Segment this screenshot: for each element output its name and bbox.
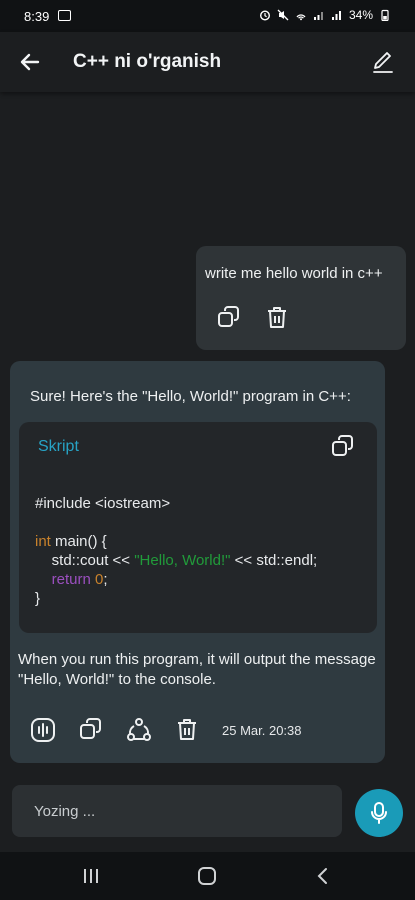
signal-icon xyxy=(313,12,323,20)
hotspot-icon xyxy=(296,14,306,21)
code-language-label: Skript xyxy=(38,438,79,455)
status-bar: 8:39 34% xyxy=(0,0,415,32)
bot-outro-text: When you run this program, it will outpu… xyxy=(18,651,376,688)
home-icon[interactable] xyxy=(195,864,219,888)
user-message-text: write me hello world in c++ xyxy=(205,265,383,282)
code-line: ; xyxy=(103,571,108,588)
app-bar: C++ ni o'rganish xyxy=(0,32,415,92)
speaker-icon[interactable] xyxy=(29,716,57,744)
code-keyword: return xyxy=(35,571,91,588)
copy-icon[interactable] xyxy=(215,304,243,332)
microphone-icon xyxy=(371,802,387,824)
code-number: 0 xyxy=(90,571,104,588)
recent-apps-icon[interactable] xyxy=(79,864,103,888)
pencil-icon[interactable] xyxy=(367,46,399,78)
message-composer xyxy=(12,785,342,837)
mute-icon xyxy=(277,9,289,21)
code-keyword: int xyxy=(35,533,51,550)
code-content: #include <iostream> int main() { std::co… xyxy=(35,494,317,608)
user-message-bubble: write me hello world in c++ xyxy=(196,246,406,350)
code-line: #include <iostream> xyxy=(35,495,171,512)
signal-icon xyxy=(331,11,341,20)
share-icon[interactable] xyxy=(125,716,153,744)
message-input[interactable] xyxy=(12,785,342,837)
alarm-icon xyxy=(259,10,270,21)
battery-percent: 34% xyxy=(348,8,373,22)
code-block: Skript #include <iostream> int main() { … xyxy=(19,422,377,633)
image-icon xyxy=(58,10,71,21)
code-line: } xyxy=(35,590,41,607)
mic-button[interactable] xyxy=(355,789,403,837)
message-timestamp: 25 Mar. 20:38 xyxy=(222,723,302,738)
status-icons: 34% xyxy=(259,8,391,22)
code-string: "Hello, World!" xyxy=(134,552,231,569)
copy-icon[interactable] xyxy=(329,433,357,461)
code-line: << std::endl; xyxy=(230,552,318,569)
battery-icon xyxy=(381,9,389,21)
arrow-left-icon[interactable] xyxy=(14,46,46,78)
bot-intro-text: Sure! Here's the "Hello, World!" program… xyxy=(30,388,351,405)
status-time: 8:39 xyxy=(24,9,50,24)
bot-message-bubble: Sure! Here's the "Hello, World!" program… xyxy=(10,361,385,763)
page-title: C++ ni o'rganish xyxy=(73,51,222,72)
copy-icon[interactable] xyxy=(77,716,105,744)
trash-icon[interactable] xyxy=(263,304,291,332)
code-line: main() { xyxy=(50,533,107,550)
back-nav-icon[interactable] xyxy=(311,864,335,888)
trash-icon[interactable] xyxy=(173,716,201,744)
code-line: std::cout << xyxy=(35,552,135,569)
system-nav-bar xyxy=(0,852,415,900)
